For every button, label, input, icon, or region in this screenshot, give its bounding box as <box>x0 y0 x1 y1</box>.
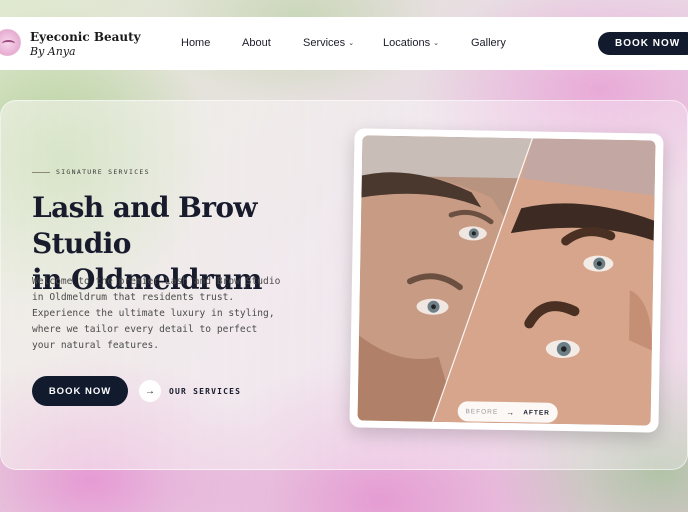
nav-locations-label: Locations <box>383 37 431 49</box>
eyebrow-comparison-image <box>357 135 656 426</box>
our-services-link[interactable]: → OUR SERVICES <box>139 380 241 402</box>
before-after-frame: BEFORE → AFTER <box>349 128 664 433</box>
nav-services-label: Services <box>303 37 346 49</box>
nav-about[interactable]: About <box>242 37 271 49</box>
hero-title-line1: Lash and Brow Studio <box>32 191 258 260</box>
nav-home[interactable]: Home <box>181 37 210 49</box>
nav-about-label: About <box>242 37 271 49</box>
nav-gallery[interactable]: Gallery <box>471 37 506 49</box>
after-label[interactable]: AFTER <box>523 409 550 416</box>
nav-locations[interactable]: Locations ⌄ <box>383 37 439 49</box>
chevron-down-icon: ⌄ <box>348 40 355 47</box>
nav-services[interactable]: Services ⌄ <box>303 37 354 49</box>
eyebrow-divider <box>32 172 50 173</box>
our-services-label: OUR SERVICES <box>169 386 242 396</box>
main-menu: Home About Services ⌄ Locations ⌄ Galler… <box>0 37 688 51</box>
header-book-now-button[interactable]: BOOK NOW <box>598 32 688 55</box>
hero-eyebrow: SIGNATURE SERVICES <box>56 168 150 176</box>
arrow-right-icon: → <box>506 407 516 417</box>
hero-book-now-button[interactable]: BOOK NOW <box>32 376 128 406</box>
before-after-photo[interactable]: BEFORE → AFTER <box>357 135 656 426</box>
before-label[interactable]: BEFORE <box>465 408 498 416</box>
before-after-toggle[interactable]: BEFORE → AFTER <box>457 401 558 423</box>
nav-gallery-label: Gallery <box>471 37 506 49</box>
hero-description: Welcome to the premier Lash and Brow Stu… <box>32 276 281 351</box>
site-header: Eyeconic Beauty By Anya Home About Servi… <box>0 17 688 70</box>
arrow-right-icon: → <box>139 380 161 402</box>
chevron-down-icon: ⌄ <box>433 40 439 47</box>
nav-home-label: Home <box>181 37 211 49</box>
